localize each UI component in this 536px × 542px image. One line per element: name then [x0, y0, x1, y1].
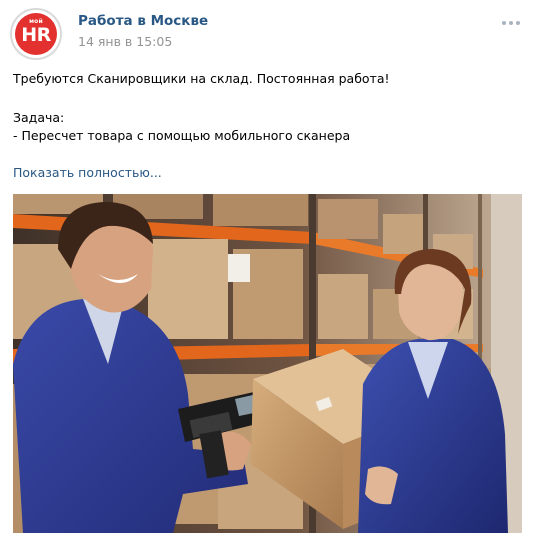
ellipsis-icon	[509, 21, 513, 25]
author-link[interactable]: Работа в Москве	[78, 13, 208, 29]
more-options-button[interactable]	[502, 20, 520, 28]
post-text-line: - Пересчет товара с помощью мобильного с…	[13, 128, 351, 143]
post-text-line: Задача:	[13, 110, 65, 125]
ellipsis-icon	[502, 21, 506, 25]
show-more-link[interactable]: Показать полностью...	[13, 165, 162, 180]
post-card: мой HR Работа в Москве 14 янв в 15:05 Тр…	[0, 0, 536, 542]
hr-logo: мой HR	[15, 13, 57, 55]
post-date[interactable]: 14 янв в 15:05	[78, 34, 172, 49]
ellipsis-icon	[516, 21, 520, 25]
warehouse-photo	[13, 194, 522, 533]
post-photo[interactable]	[13, 194, 522, 533]
group-avatar[interactable]: мой HR	[10, 8, 62, 60]
logo-big-text: HR	[21, 24, 51, 46]
post-text-line: Требуются Сканировщики на склад. Постоян…	[13, 71, 390, 86]
